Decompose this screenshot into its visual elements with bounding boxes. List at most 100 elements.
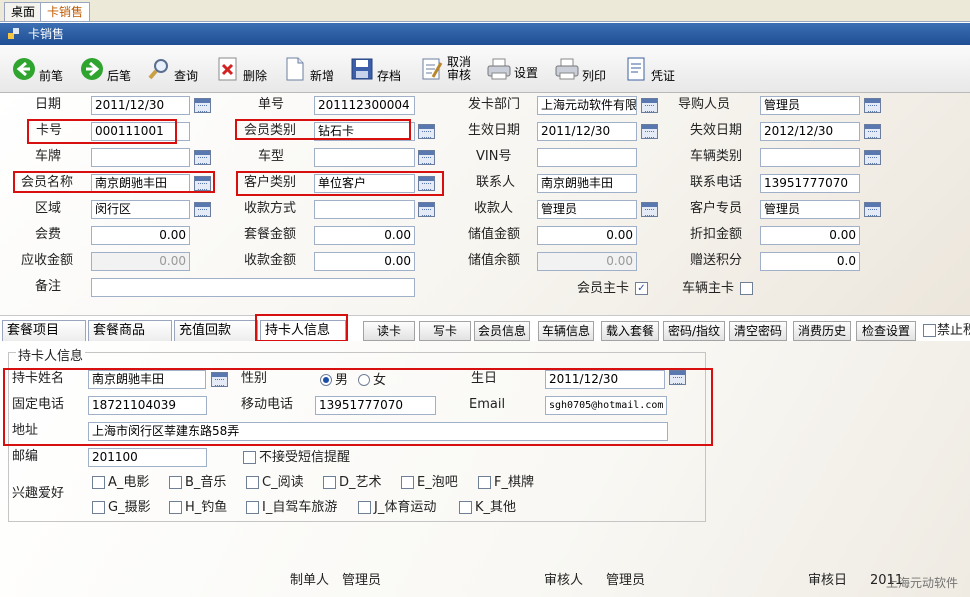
lookup-icon[interactable] bbox=[864, 150, 881, 165]
phone-field[interactable]: 18721104039 bbox=[88, 396, 207, 415]
print-button[interactable]: 列印 bbox=[555, 51, 606, 87]
expire-date-field[interactable]: 2012/12/30 bbox=[760, 122, 860, 141]
fee-field[interactable]: 0.00 bbox=[91, 226, 190, 245]
next-record-button[interactable]: 后笔 bbox=[80, 51, 131, 87]
lookup-icon[interactable] bbox=[194, 150, 211, 165]
member-type-field[interactable]: 钻石卡 bbox=[314, 122, 415, 141]
calendar-icon[interactable] bbox=[669, 370, 686, 385]
remark-field[interactable] bbox=[91, 278, 415, 297]
discount-amount-field[interactable]: 0.00 bbox=[760, 226, 860, 245]
vehicle-type-field[interactable] bbox=[760, 148, 860, 167]
stored-amount-field[interactable]: 0.00 bbox=[537, 226, 637, 245]
write-card-button[interactable]: 写卡 bbox=[419, 321, 471, 341]
hobby-checkbox-b[interactable] bbox=[169, 476, 182, 489]
new-button[interactable]: 新增 bbox=[283, 51, 334, 87]
lookup-icon[interactable] bbox=[864, 202, 881, 217]
new-label: 新增 bbox=[310, 68, 335, 83]
tab-cardholder-info[interactable]: 持卡人信息 bbox=[260, 320, 346, 342]
vin-field[interactable] bbox=[537, 148, 637, 167]
effective-date-field[interactable]: 2011/12/30 bbox=[537, 122, 637, 141]
print-label: 列印 bbox=[582, 68, 607, 83]
hobby-checkbox-i[interactable] bbox=[246, 501, 259, 514]
hobby-checkbox-h[interactable] bbox=[169, 501, 182, 514]
calendar-icon[interactable] bbox=[641, 124, 658, 139]
customer-type-field[interactable]: 单位客户 bbox=[314, 174, 415, 193]
contact-phone-field[interactable]: 13951777070 bbox=[760, 174, 860, 193]
member-name-field[interactable]: 南京朗驰丰田 bbox=[91, 174, 190, 193]
lookup-icon[interactable] bbox=[864, 98, 881, 113]
issue-dept-field[interactable]: 上海元动软件有限 bbox=[537, 96, 637, 115]
query-button[interactable]: 查询 bbox=[147, 51, 198, 87]
hobby-checkbox-a[interactable] bbox=[92, 476, 105, 489]
zip-field[interactable]: 201100 bbox=[88, 448, 207, 467]
vehicle-info-button[interactable]: 车辆信息 bbox=[538, 321, 594, 341]
clear-password-button[interactable]: 清空密码 bbox=[729, 321, 787, 341]
voucher-button[interactable]: 凭证 bbox=[624, 51, 675, 87]
buyer-field[interactable]: 管理员 bbox=[760, 96, 860, 115]
load-package-button[interactable]: 载入套餐 bbox=[601, 321, 659, 341]
lookup-icon[interactable] bbox=[211, 372, 228, 387]
payee-field[interactable]: 管理员 bbox=[537, 200, 637, 219]
lookup-icon[interactable] bbox=[641, 98, 658, 113]
stored-amount-label: 储值金额 bbox=[468, 227, 521, 242]
check-settings-button[interactable]: 检查设置 bbox=[856, 321, 916, 341]
pay-method-field[interactable] bbox=[314, 200, 415, 219]
delete-icon bbox=[216, 56, 240, 82]
member-info-button[interactable]: 会员信息 bbox=[474, 321, 530, 341]
customer-rep-field[interactable]: 管理员 bbox=[760, 200, 860, 219]
package-amount-field[interactable]: 0.00 bbox=[314, 226, 415, 245]
consumption-history-button[interactable]: 消费历史 bbox=[793, 321, 851, 341]
member-main-card-checkbox[interactable]: ✓ bbox=[635, 282, 648, 295]
lookup-icon[interactable] bbox=[194, 176, 211, 191]
lookup-icon[interactable] bbox=[418, 124, 435, 139]
tab-card-sales[interactable]: 卡销售 bbox=[40, 2, 91, 21]
plate-field[interactable] bbox=[91, 148, 190, 167]
lookup-icon[interactable] bbox=[418, 150, 435, 165]
hobby-checkbox-d[interactable] bbox=[323, 476, 336, 489]
hobby-checkbox-c[interactable] bbox=[246, 476, 259, 489]
contact-field[interactable]: 南京朗驰丰田 bbox=[537, 174, 637, 193]
region-label: 区域 bbox=[35, 201, 62, 216]
cancel-audit-button[interactable]: 取消 审核 bbox=[420, 51, 471, 87]
date-field[interactable]: 2011/12/30 bbox=[91, 96, 190, 115]
lookup-icon[interactable] bbox=[418, 176, 435, 191]
hobby-checkbox-f[interactable] bbox=[478, 476, 491, 489]
save-button[interactable]: 存档 bbox=[350, 51, 401, 87]
gift-points-field[interactable]: 0.0 bbox=[760, 252, 860, 271]
hobby-checkbox-e[interactable] bbox=[401, 476, 414, 489]
tab-desktop[interactable]: 桌面 bbox=[4, 2, 43, 21]
password-fingerprint-button[interactable]: 密码/指纹 bbox=[663, 321, 725, 341]
car-model-field[interactable] bbox=[314, 148, 415, 167]
card-no-field[interactable]: 000111001 bbox=[91, 122, 190, 141]
received-field[interactable]: 0.00 bbox=[314, 252, 415, 271]
hobby-checkbox-j[interactable] bbox=[358, 501, 371, 514]
prev-record-button[interactable]: 前笔 bbox=[12, 51, 63, 87]
address-label: 地址 bbox=[12, 423, 39, 438]
gender-male-radio[interactable] bbox=[320, 374, 332, 386]
lookup-icon[interactable] bbox=[418, 202, 435, 217]
no-sms-checkbox[interactable] bbox=[243, 451, 256, 464]
calendar-icon[interactable] bbox=[194, 98, 211, 113]
doc-no-field[interactable]: 201112300004 bbox=[314, 96, 415, 115]
print-settings-button[interactable]: 设置 bbox=[487, 51, 538, 87]
no-points-checkbox[interactable] bbox=[923, 324, 936, 337]
hobby-checkbox-k[interactable] bbox=[459, 501, 472, 514]
delete-button[interactable]: 删除 bbox=[216, 51, 267, 87]
hobby-label-c: C_阅读 bbox=[262, 475, 304, 490]
tab-package-goods[interactable]: 套餐商品 bbox=[88, 320, 172, 342]
holder-name-field[interactable]: 南京朗驰丰田 bbox=[88, 370, 206, 389]
hobby-checkbox-g[interactable] bbox=[92, 501, 105, 514]
lookup-icon[interactable] bbox=[641, 202, 658, 217]
address-field[interactable]: 上海市闵行区莘建东路58弄 bbox=[88, 422, 668, 441]
calendar-icon[interactable] bbox=[864, 124, 881, 139]
mobile-field[interactable]: 13951777070 bbox=[315, 396, 436, 415]
read-card-button[interactable]: 读卡 bbox=[363, 321, 415, 341]
region-field[interactable]: 闵行区 bbox=[91, 200, 190, 219]
gender-female-radio[interactable] bbox=[358, 374, 370, 386]
email-field[interactable]: sgh0705@hotmail.com bbox=[545, 396, 667, 415]
tab-package-items[interactable]: 套餐项目 bbox=[2, 320, 86, 342]
lookup-icon[interactable] bbox=[194, 202, 211, 217]
birthday-field[interactable]: 2011/12/30 bbox=[545, 370, 665, 389]
tab-recharge[interactable]: 充值回款 bbox=[174, 320, 258, 342]
vehicle-main-card-checkbox[interactable] bbox=[740, 282, 753, 295]
